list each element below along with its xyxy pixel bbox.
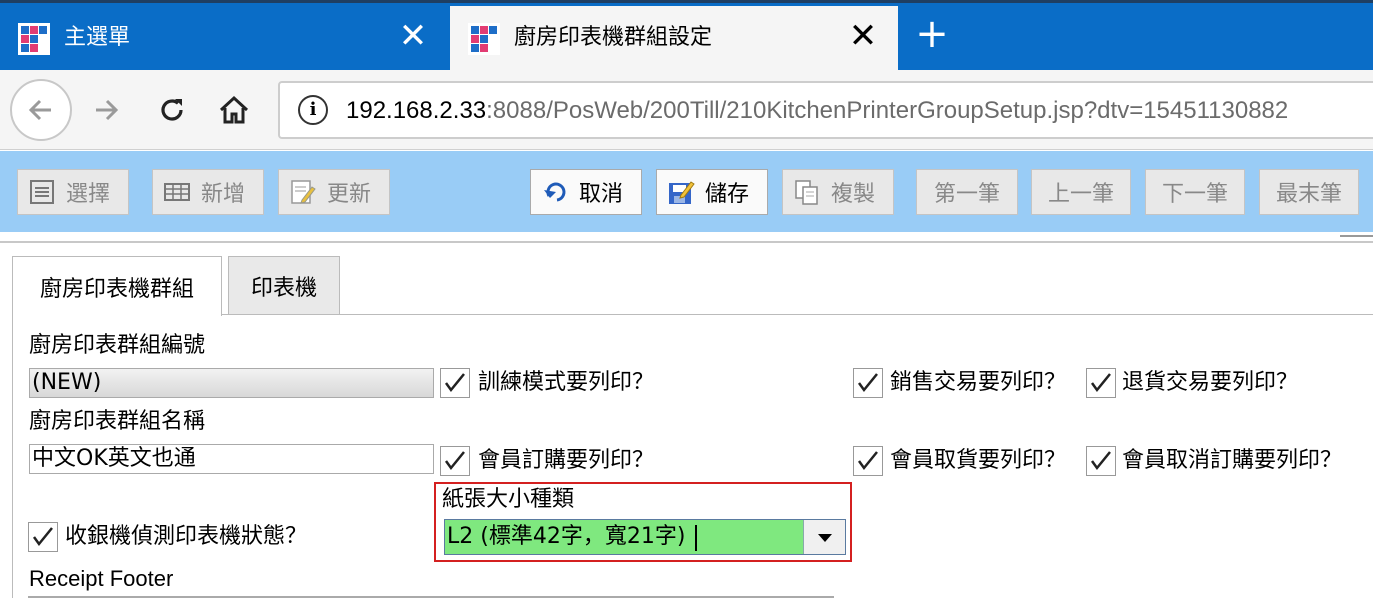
member-order-print-checkbox[interactable]: [440, 446, 470, 476]
select-button-label: 選擇: [66, 182, 111, 207]
browser-nav-bar: i 192.168.2.33:8088/PosWeb/200Till/210Ki…: [0, 70, 1373, 150]
member-pickup-print-label: 會員取貨要列印？: [890, 448, 1067, 473]
sales-print-label: 銷售交易要列印？: [890, 370, 1067, 395]
save-floppy-icon: [667, 178, 695, 206]
app-favicon-icon: [468, 23, 500, 55]
refund-print-checkbox[interactable]: [1086, 368, 1116, 398]
home-icon[interactable]: [206, 82, 262, 138]
tab-printer[interactable]: 印表機: [228, 256, 340, 314]
toolbar-divider: [0, 241, 1373, 243]
check-icon: [1090, 451, 1111, 471]
add-button-label: 新增: [201, 182, 246, 207]
forward-arrow-icon[interactable]: [78, 82, 134, 138]
detect-printer-status-checkbox[interactable]: [28, 522, 58, 552]
check-icon: [444, 373, 465, 393]
text-cursor: [695, 525, 697, 551]
group-name-field[interactable]: 中文OK英文也通: [29, 444, 434, 474]
save-button[interactable]: 儲存: [656, 169, 768, 215]
tab-kitchen-printer-group[interactable]: 廚房印表機群組: [12, 256, 222, 316]
app-toolbar: 選擇 新增 更新 取消 儲存 複製 第一筆 上一筆 下一筆 最末筆: [0, 151, 1373, 232]
undo-icon: [541, 178, 569, 206]
last-record-button[interactable]: 最末筆: [1259, 169, 1359, 215]
edit-note-icon: [289, 178, 317, 206]
next-record-button-label: 下一筆: [1161, 182, 1228, 207]
tab-panel-left-border: [12, 314, 13, 598]
training-print-checkbox[interactable]: [440, 368, 470, 398]
check-icon: [857, 451, 878, 471]
select-button[interactable]: 選擇: [17, 169, 129, 215]
receipt-footer-label: Receipt Footer: [29, 566, 174, 591]
group-no-field[interactable]: (NEW): [29, 368, 434, 398]
first-record-button-label: 第一筆: [933, 182, 1000, 207]
new-tab-plus-icon[interactable]: +: [912, 14, 952, 56]
reload-icon[interactable]: [144, 82, 200, 138]
address-host: 192.168.2.33: [346, 97, 487, 124]
address-url: 192.168.2.33:8088/PosWeb/200Till/210Kitc…: [346, 96, 1288, 126]
refund-print-label: 退貨交易要列印？: [1122, 370, 1299, 395]
info-icon[interactable]: i: [298, 95, 328, 125]
list-icon: [28, 178, 56, 206]
check-icon: [444, 451, 465, 471]
add-button[interactable]: 新增: [152, 169, 264, 215]
check-icon: [1090, 373, 1111, 393]
tab-bar-top-line: [0, 0, 1373, 3]
back-arrow-icon[interactable]: [10, 79, 72, 141]
last-record-button-label: 最末筆: [1275, 182, 1342, 207]
tab-close-icon[interactable]: ✕: [848, 19, 878, 53]
member-order-print-label: 會員訂購要列印？: [478, 448, 655, 473]
app-favicon-icon: [18, 23, 50, 55]
check-icon: [857, 373, 878, 393]
update-button[interactable]: 更新: [278, 169, 390, 215]
tab-close-icon[interactable]: ✕: [398, 19, 428, 53]
browser-tab-kitchen-printer[interactable]: 廚房印表機群組設定 ✕: [450, 6, 898, 70]
copy-button[interactable]: 複製: [782, 169, 894, 215]
scroll-indicator: [1340, 235, 1373, 237]
table-icon: [163, 178, 191, 206]
detect-printer-status-label: 收銀機偵測印表機狀態？: [65, 524, 308, 549]
tab-title: 主選單: [64, 25, 131, 50]
group-no-label: 廚房印表群組編號: [29, 333, 206, 358]
sales-print-checkbox[interactable]: [853, 368, 883, 398]
training-print-label: 訓練模式要列印？: [478, 370, 655, 395]
tab-title: 廚房印表機群組設定: [514, 25, 713, 50]
paper-size-value: L2 (標準42字，寬21字): [447, 524, 686, 549]
prev-record-button[interactable]: 上一筆: [1031, 169, 1131, 215]
prev-record-button-label: 上一筆: [1047, 182, 1114, 207]
address-path: :8088/PosWeb/200Till/210KitchenPrinterGr…: [486, 97, 1289, 124]
next-record-button[interactable]: 下一筆: [1145, 169, 1245, 215]
copy-icon: [793, 178, 821, 206]
paper-size-select[interactable]: L2 (標準42字，寬21字): [444, 519, 846, 555]
chevron-down-icon[interactable]: [803, 520, 845, 554]
browser-tab-main-menu[interactable]: 主選單 ✕: [0, 6, 448, 70]
first-record-button[interactable]: 第一筆: [916, 169, 1018, 215]
cancel-button[interactable]: 取消: [530, 169, 642, 215]
copy-button-label: 複製: [831, 182, 876, 207]
browser-tab-bar: 主選單 ✕ 廚房印表機群組設定 ✕ +: [0, 0, 1373, 70]
address-bar[interactable]: i 192.168.2.33:8088/PosWeb/200Till/210Ki…: [278, 81, 1373, 139]
save-button-label: 儲存: [705, 182, 750, 207]
group-name-label: 廚房印表群組名稱: [29, 409, 206, 434]
member-cancel-print-checkbox[interactable]: [1086, 446, 1116, 476]
member-pickup-print-checkbox[interactable]: [853, 446, 883, 476]
cancel-button-label: 取消: [579, 182, 624, 207]
member-cancel-print-label: 會員取消訂購要列印？: [1122, 448, 1343, 473]
update-button-label: 更新: [327, 182, 372, 207]
paper-size-label: 紙張大小種類: [442, 487, 575, 512]
check-icon: [32, 527, 53, 547]
